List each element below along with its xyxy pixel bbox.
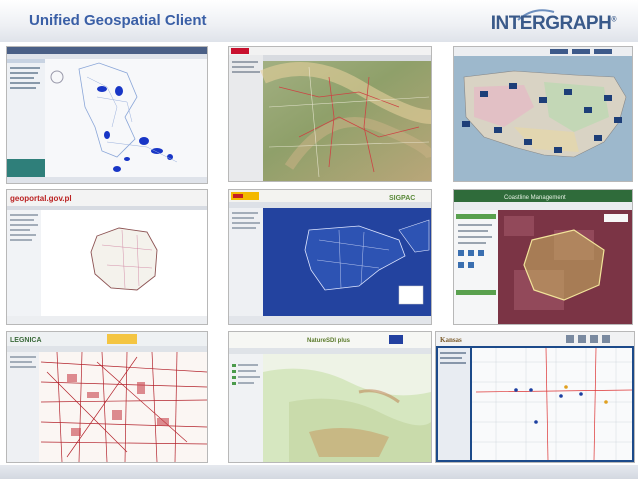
slide-title: Unified Geospatial Client xyxy=(29,12,207,29)
intergraph-logo: INTERGRAPH® xyxy=(491,9,616,35)
screenshot-tile-6: Coastline Management xyxy=(453,189,633,325)
logo-wordmark: INTERGRAPH xyxy=(490,13,612,34)
registered-mark: ® xyxy=(611,16,616,24)
screenshot-tile-4: geoportal.gov.pl xyxy=(6,189,208,325)
legnica-header-text: LEGNICA xyxy=(10,337,42,344)
sigpac-header-text: SIGPAC xyxy=(389,195,415,202)
screenshot-tile-5: SIGPAC xyxy=(228,189,432,325)
screenshot-tile-8: NatureSDI plus xyxy=(228,331,432,463)
kansas-header-text: Kansas xyxy=(440,336,462,344)
screenshot-tile-1 xyxy=(6,46,208,184)
slide-footer xyxy=(0,465,638,479)
screenshot-tile-3 xyxy=(453,46,633,182)
naturesdi-header-text: NatureSDI plus xyxy=(307,338,351,344)
screenshot-tile-2 xyxy=(228,46,432,182)
coastline-header-text: Coastline Management xyxy=(504,195,566,201)
screenshot-tile-9: Kansas xyxy=(435,331,635,463)
geoportal-header-text: geoportal.gov.pl xyxy=(10,194,72,203)
slide-header: Unified Geospatial Client INTERGRAPH® xyxy=(0,0,638,42)
screenshot-tile-7: LEGNICA xyxy=(6,331,208,463)
logo-text: INTERGRAPH® xyxy=(490,13,617,35)
